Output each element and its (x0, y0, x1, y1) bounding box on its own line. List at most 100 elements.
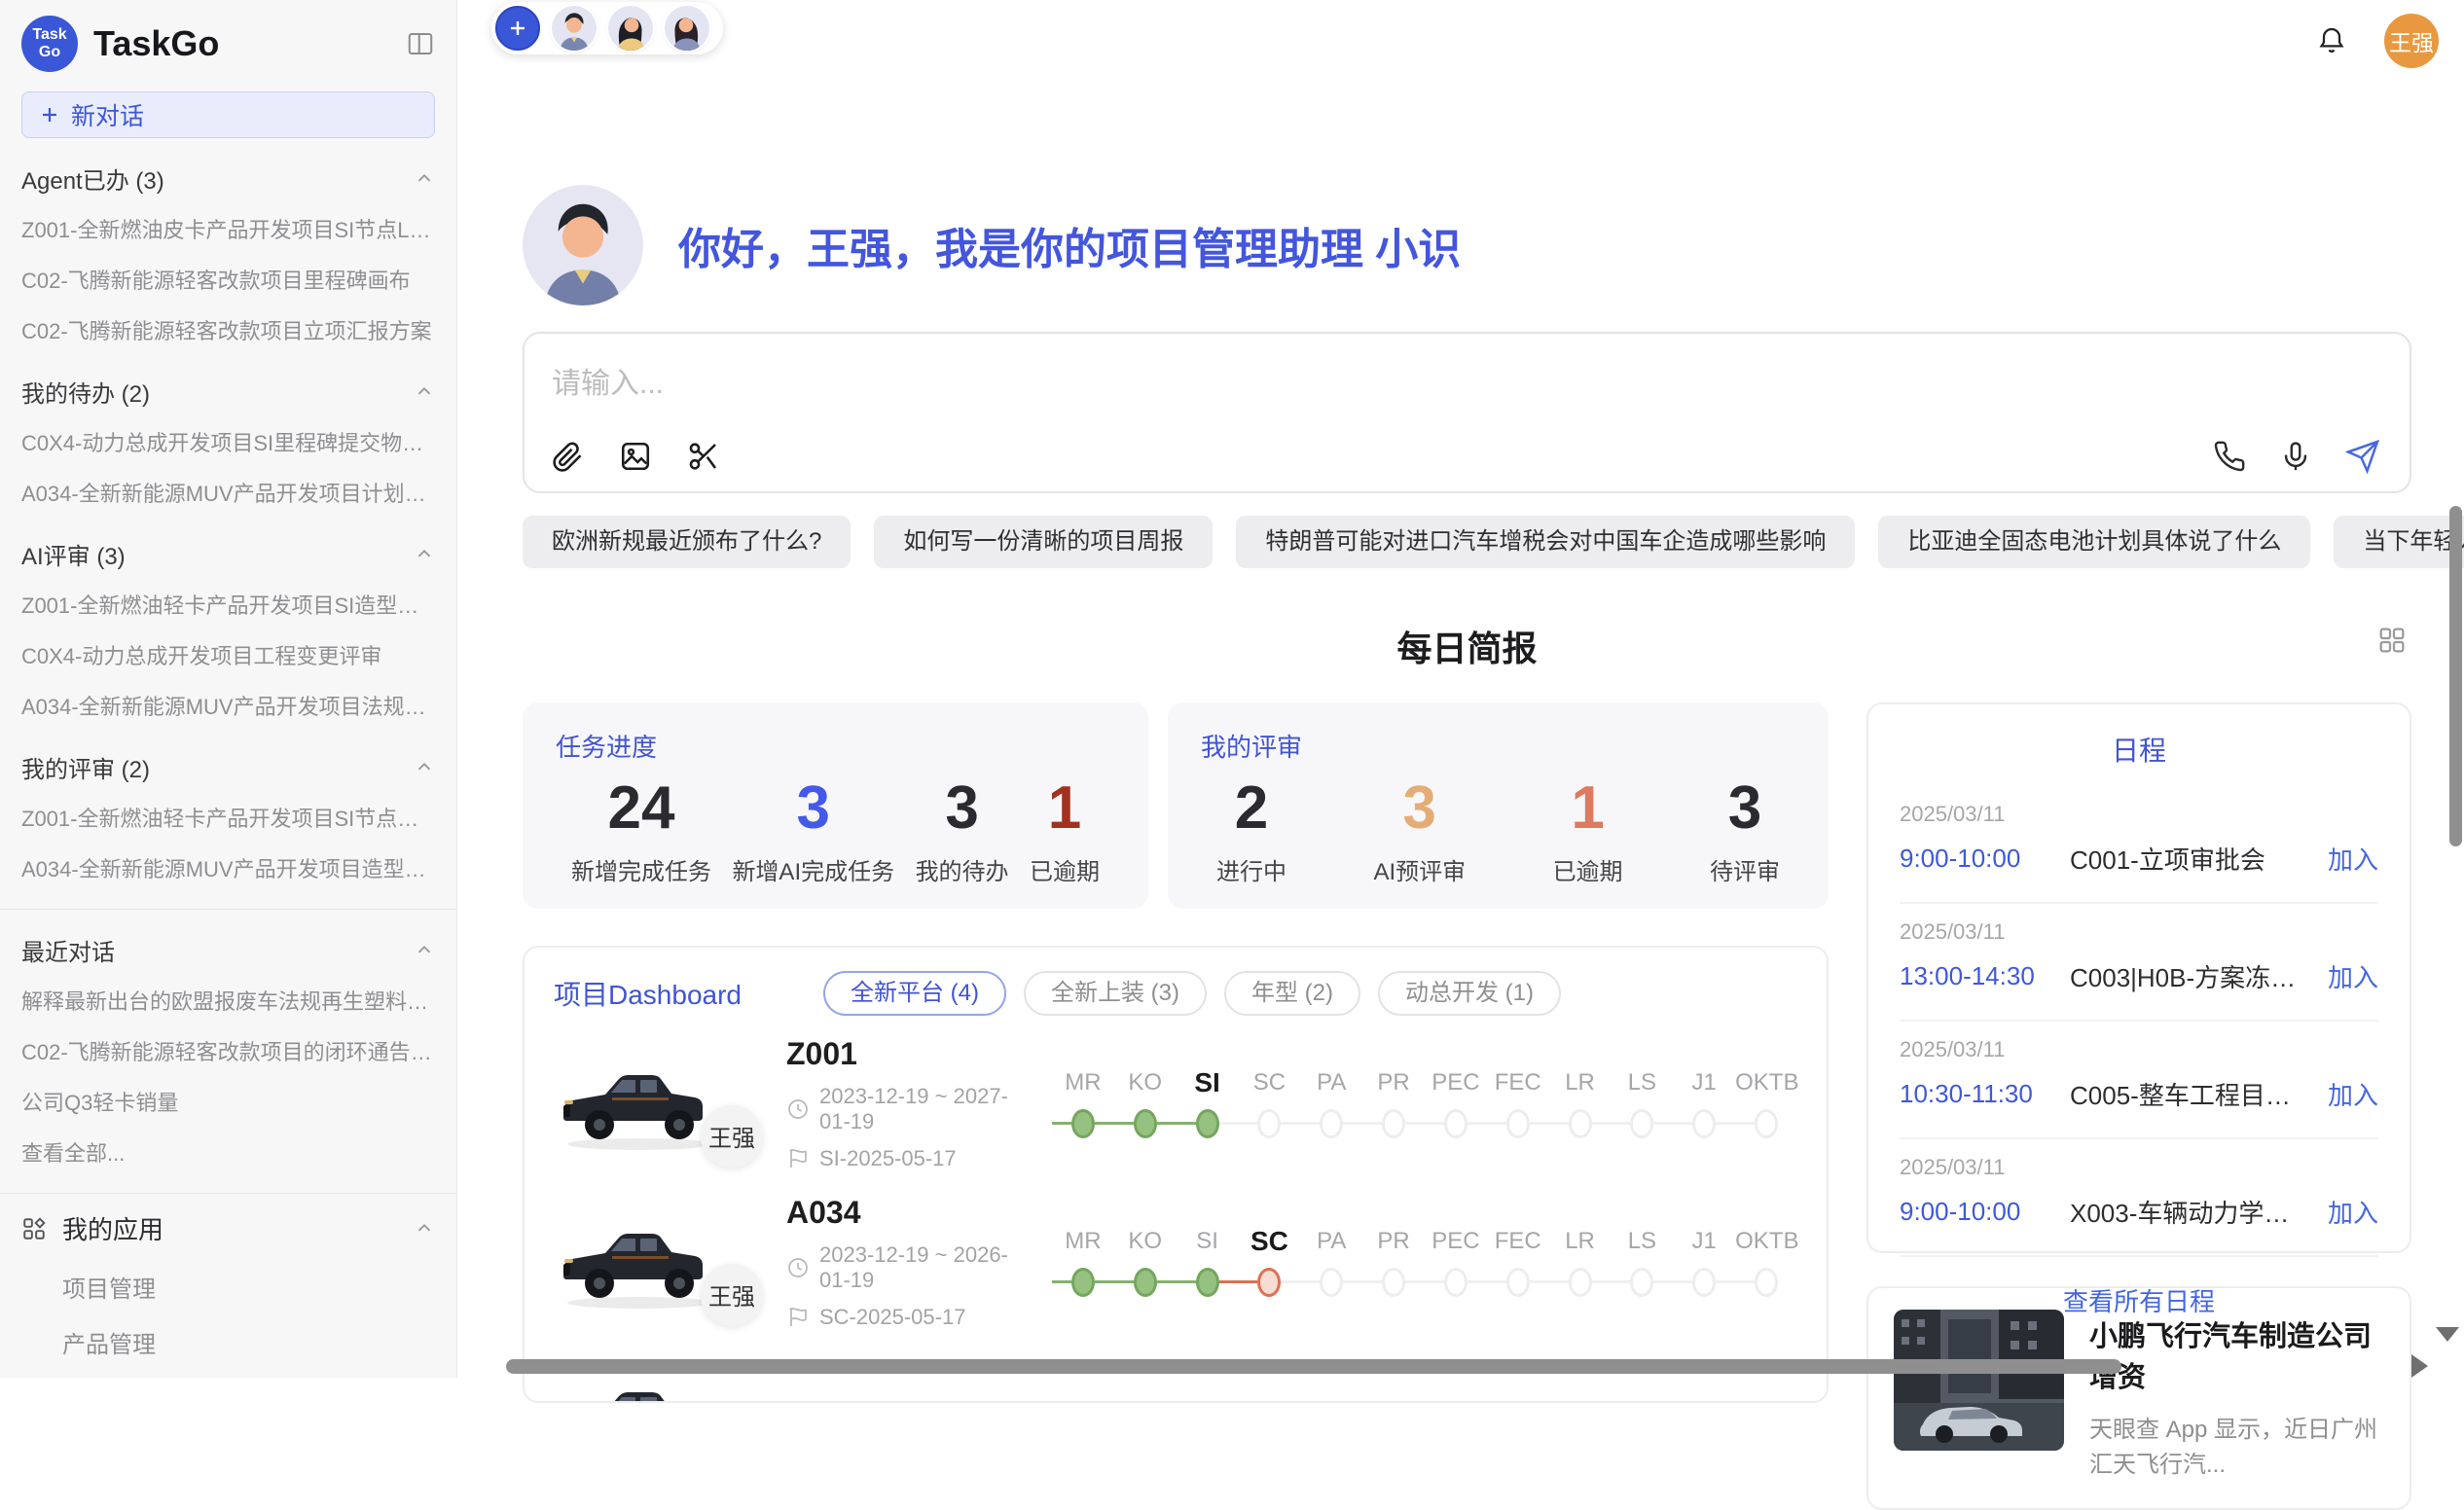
suggestion-chip[interactable]: 比亚迪全固态电池计划具体说了什么 (1878, 516, 2310, 568)
sidebar-app-item[interactable]: 项目管理 (0, 1259, 456, 1314)
dashboard-title: 项目Dashboard (554, 974, 742, 1013)
milestone-cell: PR (1362, 1224, 1425, 1302)
milestone-dot (1134, 1268, 1157, 1297)
sidebar-conversation-item[interactable]: 解释最新出台的欧盟报废车法规再生塑料比例被调到15%... (0, 975, 456, 1025)
send-icon[interactable] (2345, 439, 2380, 474)
sidebar-task-item[interactable]: C0X4-动力总成开发项目SI里程碑提交物检查 (0, 416, 456, 467)
schedule-title: 日程 (1900, 730, 2378, 769)
scroll-right-arrow-icon[interactable] (2411, 1354, 2428, 1378)
milestone-cell: LS (1611, 1065, 1673, 1143)
milestone-label: MR (1052, 1224, 1114, 1259)
section-header-my-todo[interactable]: 我的待办 (2) (0, 355, 456, 416)
sidebar-conversation-item[interactable]: 公司Q3轻卡销量 (0, 1076, 456, 1127)
milestone-cell: LS (1611, 1224, 1673, 1302)
sidebar-conversation-item[interactable]: C02-飞腾新能源轻客改款项目的闭环通告反馈情况 (0, 1025, 456, 1076)
suggestion-chip[interactable]: 特朗普可能对进口汽车增税会对中国车企造成哪些影响 (1236, 516, 1855, 568)
vertical-scrollbar[interactable] (2449, 506, 2462, 846)
milestone-label: PR (1362, 1065, 1425, 1100)
suggestion-chip[interactable]: 如何写一份清晰的项目周报 (874, 516, 1213, 568)
stat-label: 已逾期 (1030, 852, 1100, 886)
news-card[interactable]: 小鹏飞行汽车制造公司增资 天眼查 App 显示，近日广州汇天飞行汽... (1866, 1286, 2411, 1510)
project-row[interactable]: 王强Z0012023-12-19 ~ 2027-01-19SI-2025-05-… (554, 1033, 1797, 1174)
milestone-label: LS (1611, 1224, 1673, 1259)
sidebar-item-my-apps[interactable]: 我的应用 (0, 1198, 456, 1259)
sidebar-app-item[interactable]: 变更管理 (0, 1370, 456, 1378)
greeting-row: 你好，王强，我是你的项目管理助理 小识 (523, 185, 1461, 306)
milestone-cell: J1 (1673, 1224, 1735, 1302)
sidebar-section-my-todo: 我的待办 (2) C0X4-动力总成开发项目SI里程碑提交物检查A034-全新新… (0, 355, 456, 518)
panel-collapse-icon[interactable] (406, 29, 435, 58)
add-assistant-button[interactable] (495, 6, 540, 51)
dashboard-filter-chip[interactable]: 全新上装 (3) (1024, 971, 1207, 1016)
sidebar-task-item[interactable]: A034-全新新能源MUV产品开发项目造型可行性评审 (0, 843, 456, 893)
scroll-down-arrow-icon[interactable] (2436, 1327, 2459, 1342)
news-snippet: 天眼查 App 显示，近日广州汇天飞行汽... (2089, 1413, 2384, 1483)
dashboard-filter-chip[interactable]: 动总开发 (1) (1378, 971, 1561, 1016)
news-image (1894, 1310, 2064, 1451)
milestone-cell: PA (1300, 1224, 1362, 1302)
sidebar-task-item[interactable]: Z001-全新燃油轻卡产品开发项目SI节点属性5D文件评审 (0, 792, 456, 843)
milestone-dot (1569, 1268, 1592, 1297)
suggestion-chip[interactable]: 欧洲新规最近颁布了什么? (523, 516, 851, 568)
image-icon[interactable] (618, 439, 653, 474)
join-link[interactable]: 加入 (2328, 841, 2378, 877)
milestone-cell: PA (1300, 1065, 1362, 1143)
sidebar-task-item[interactable]: Z001-全新燃油皮卡产品开发项目SI节点Lesson Learn报告 (0, 203, 456, 254)
content-columns: 任务进度 24 新增完成任务 3 新增AI完成任务 (523, 702, 2411, 1510)
dashboard-header: 项目Dashboard 全新平台 (4) 全新上装 (3) 年型 (2) 动总开发 (… (554, 971, 1797, 1016)
task-progress-title: 任务进度 (556, 728, 1115, 764)
dashboard-filter-chip[interactable]: 年型 (2) (1224, 971, 1360, 1016)
milestone-dot (1257, 1268, 1281, 1297)
milestone-label: PEC (1425, 1065, 1487, 1100)
sidebar-task-item[interactable]: C0X4-动力总成开发项目工程变更评审 (0, 629, 456, 680)
sidebar-task-item[interactable]: C02-飞腾新能源轻客改款项目里程碑画布 (0, 254, 456, 305)
topbar-right: 王强 (2316, 14, 2439, 68)
milestone-dot (1320, 1268, 1343, 1297)
layout-grid-icon[interactable] (2376, 625, 2408, 656)
join-link[interactable]: 加入 (2328, 958, 2378, 994)
section-header-ai-review[interactable]: AI评审 (3) (0, 518, 456, 579)
assistant-avatar-2[interactable] (608, 6, 653, 51)
dashboard-filters: 全新平台 (4) 全新上装 (3) 年型 (2) 动总开发 (1) (823, 971, 1561, 1016)
join-link[interactable]: 加入 (2328, 1076, 2378, 1112)
phone-icon[interactable] (2213, 440, 2246, 473)
user-avatar[interactable]: 王强 (2384, 14, 2439, 68)
schedule-event-title: C003|H0B-方案冻结评审 (2070, 958, 2312, 994)
join-link[interactable]: 加入 (2328, 1194, 2378, 1230)
milestone-dot (1071, 1109, 1095, 1138)
main-area: 王强 你好，王强，我是你的项目管理助理 小识 请输入... 欧洲新规最近颁布了什… (457, 0, 2464, 1378)
section-header-agent-done[interactable]: Agent已办 (3) (0, 142, 456, 203)
project-row[interactable]: 王强A0342023-12-19 ~ 2026-01-19SC-2025-05-… (554, 1192, 1797, 1333)
sidebar-task-item[interactable]: C02-飞腾新能源轻客改款项目立项汇报方案 (0, 305, 456, 355)
schedule-time: 13:00-14:30 (1900, 961, 2070, 991)
assistant-avatar-1[interactable] (552, 6, 597, 51)
logo-text-top: Task (32, 26, 66, 44)
milestone-label: PEC (1425, 1224, 1487, 1259)
mic-icon[interactable] (2279, 440, 2312, 473)
sidebar-task-item[interactable]: A034-全新新能源MUV产品开发项目计划变更表编写 (0, 467, 456, 518)
sidebar-task-item[interactable]: Z001-全新燃油轻卡产品开发项目SI造型提交物评审 (0, 579, 456, 629)
paperclip-icon[interactable] (550, 439, 585, 474)
sidebar-task-item[interactable]: A034-全新新能源MUV产品开发项目法规符合性评审 (0, 680, 456, 731)
dashboard-filter-chip[interactable]: 全新平台 (4) (823, 971, 1006, 1016)
horizontal-scrollbar[interactable] (506, 1359, 2121, 1374)
new-chat-button[interactable]: 新对话 (21, 91, 435, 138)
chevron-up-icon (414, 940, 435, 961)
milestone-dot (1692, 1268, 1716, 1297)
chat-input[interactable]: 请输入... (523, 332, 2411, 493)
suggestion-chip[interactable]: 当下年轻人对汽车外观有怎样的喜好趋势 (2334, 516, 2464, 568)
my-review-title: 我的评审 (1201, 728, 1795, 764)
sidebar-app-item[interactable]: 产品管理 (0, 1314, 456, 1370)
schedule-item: 2025/03/11 9:00-10:00 C001-立项审批会 加入 (1900, 786, 2378, 904)
assistant-avatar-3[interactable] (665, 6, 709, 51)
section-header-recent[interactable]: 最近对话 (0, 914, 456, 975)
section-header-my-review[interactable]: 我的评审 (2) (0, 731, 456, 792)
milestone-dot (1630, 1268, 1653, 1297)
project-flag-date: SC-2025-05-17 (786, 1305, 1034, 1330)
milestone-dot (1755, 1268, 1778, 1297)
bell-icon[interactable] (2316, 25, 2347, 56)
project-owner-badge: 王强 (701, 1105, 763, 1168)
briefing-cards: 任务进度 24 新增完成任务 3 新增AI完成任务 (523, 702, 1829, 909)
scissors-icon[interactable] (686, 439, 721, 474)
recent-view-all-link[interactable]: 查看全部... (0, 1127, 456, 1177)
